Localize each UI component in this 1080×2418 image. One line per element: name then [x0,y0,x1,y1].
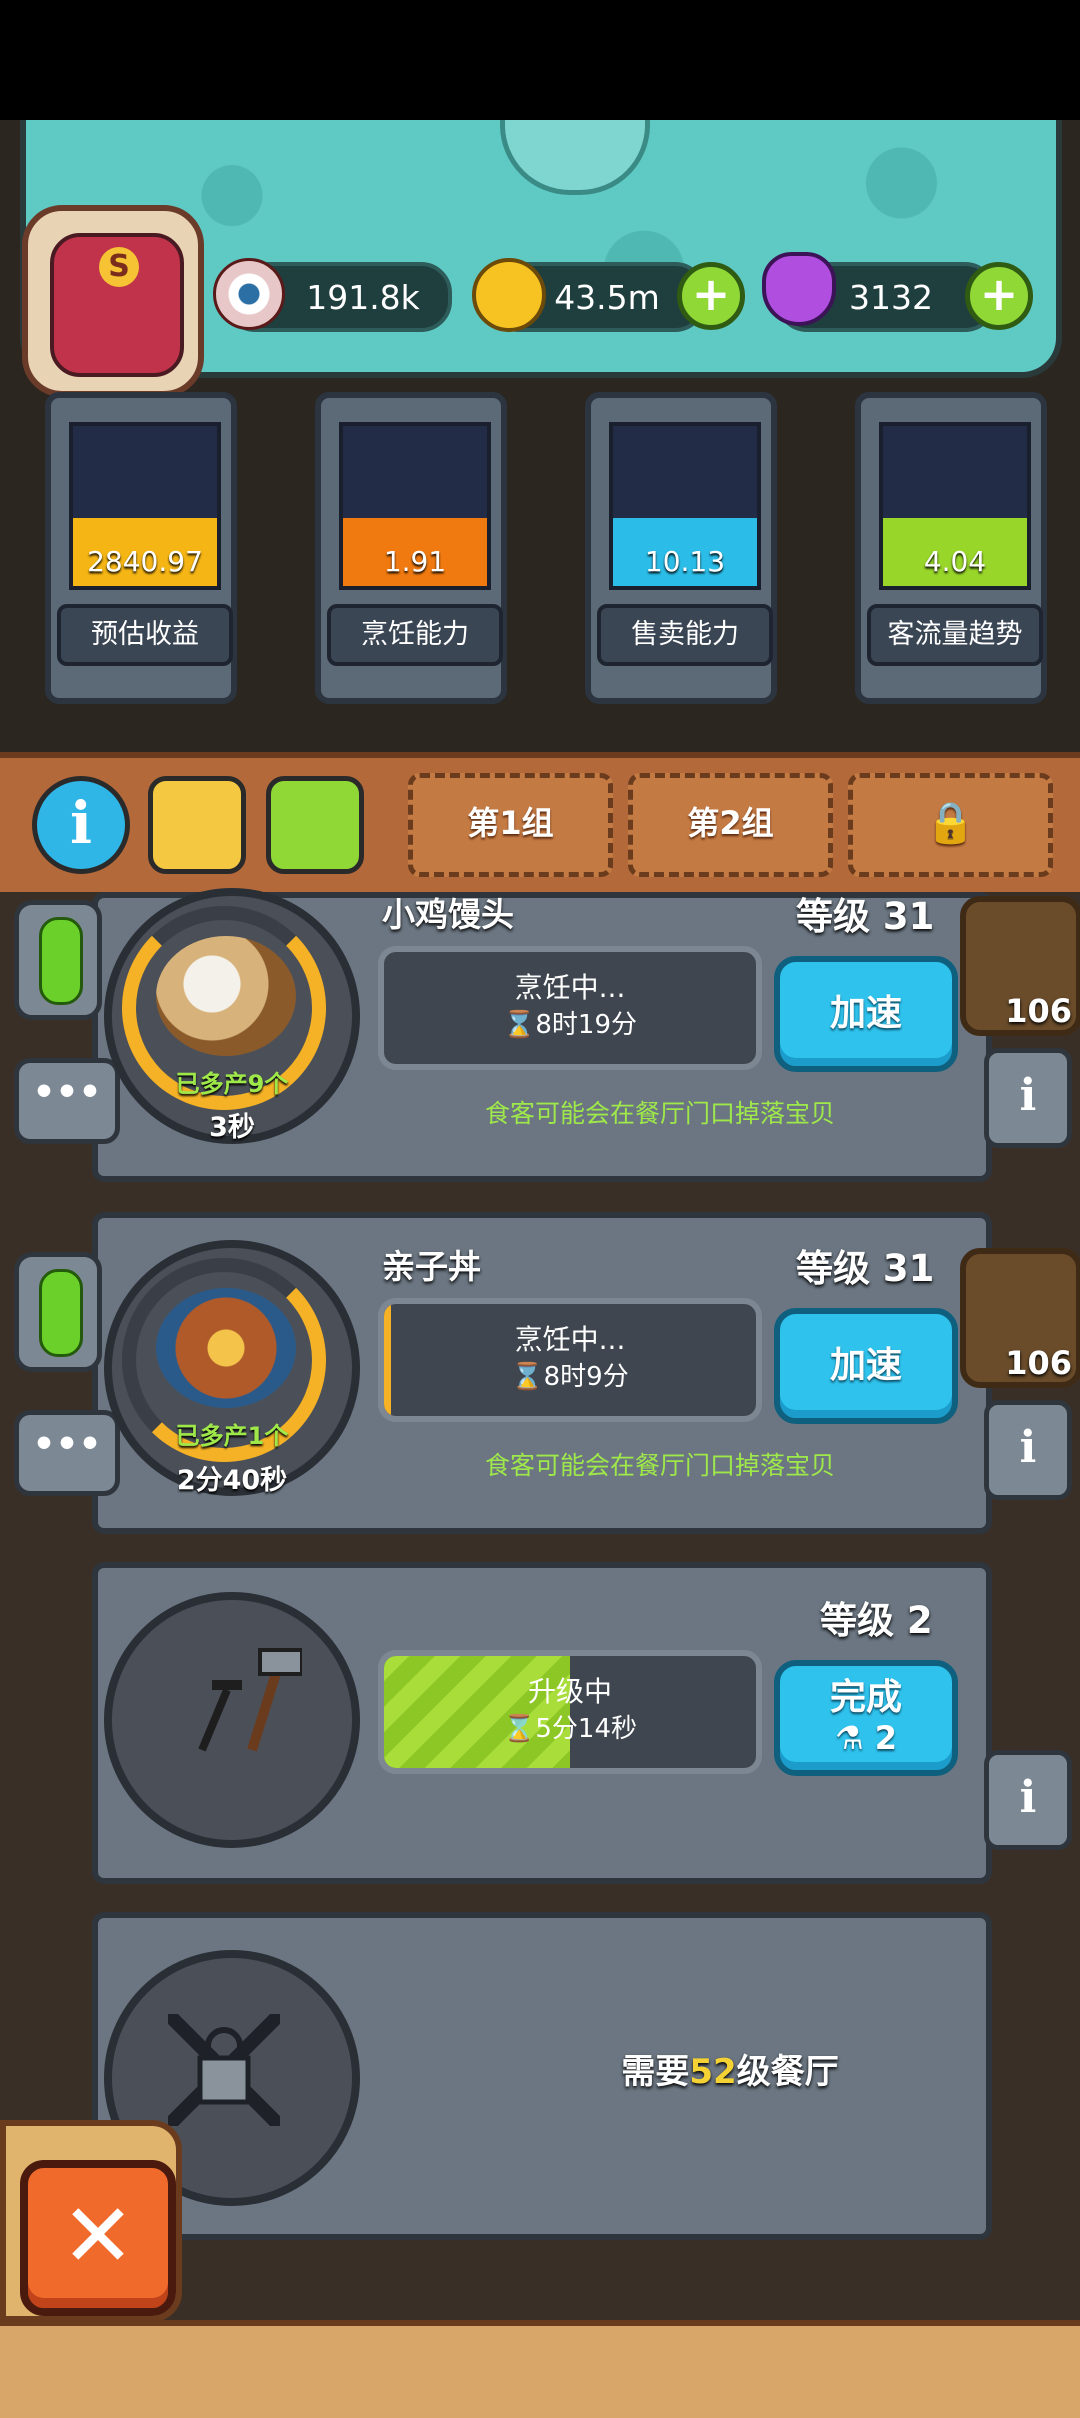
potion-icon [762,252,836,326]
cost-value: 2 [874,1719,898,1757]
stat-customer-trend: 4.04 客流量趋势 [855,392,1047,704]
wooden-floor [0,2320,1080,2418]
cooking-progress: 烹饪中... ⌛8时19分 [378,946,762,1070]
progress-time: ⌛8时9分 [384,1356,756,1393]
customer-card-2[interactable]: 106 [960,1248,1080,1388]
time-text: 8时19分 [535,1010,637,1040]
hourglass-icon: ⌛ [511,1362,544,1392]
upgrade-progress: 升级中 ⌛5分14秒 [378,1650,762,1774]
tab-group-1[interactable]: 第1组 [408,773,613,877]
lock-icon: 🔒 [925,800,976,846]
chicken-bun-icon [156,936,296,1056]
drop-hint: 食客可能会在餐厅门口掉落宝贝 [484,1099,835,1128]
requirement-level: 52 [689,2052,737,2092]
stat-label: 售卖能力 [597,604,773,666]
cycle-time: 3秒 [209,1112,255,1143]
progress-status: 升级中 [527,1675,612,1708]
progress-time: ⌛8时19分 [384,1004,756,1041]
close-icon: ✕ [61,2184,135,2287]
add-potions-button[interactable]: + [965,262,1033,330]
coin-icon [472,258,546,332]
dish-level: 等级 31 [796,1247,935,1290]
status-bar [0,0,1080,120]
speed-up-button-1[interactable]: 加速 [774,956,958,1072]
card-count: 106 [1005,992,1072,1030]
add-coins-button[interactable]: + [677,262,745,330]
cooking-progress: 烹饪中... ⌛8时9分 [378,1298,762,1422]
stat-cooking-ability: 1.91 烹饪能力 [315,392,507,704]
capsule-icon[interactable] [266,776,364,874]
tab-group-locked[interactable]: 🔒 [848,773,1053,877]
oyakodon-bowl-icon [156,1288,296,1408]
customer-card-1[interactable]: 106 [960,896,1080,1036]
stat-window: 1.91 [339,422,491,590]
stat-label: 烹饪能力 [327,604,503,666]
dish-name: 小鸡馒头 [382,895,514,934]
stat-value: 1.91 [383,545,447,578]
potion-icon: ⚗ [834,1719,864,1757]
info-icon[interactable]: i [32,776,130,874]
toggle-knob [39,1269,83,1357]
rank-badge-icon: S [99,247,139,287]
toggle-knob [39,917,83,1005]
info-button-1[interactable]: i [984,1048,1072,1148]
hammer-nail-icon [172,1640,304,1770]
stat-value: 2840.97 [87,545,203,578]
construction-plate [104,1592,360,1848]
stat-window: 2840.97 [69,422,221,590]
finish-upgrade-button[interactable]: 完成 ⚗ 2 [774,1660,958,1776]
stat-estimated-income: 2840.97 预估收益 [45,392,237,704]
extra-produced: 已多产9个 [175,1070,289,1098]
info-button-3[interactable]: i [984,1750,1072,1850]
avatar-monster: S [50,233,184,377]
cycle-time: 2分40秒 [176,1465,288,1496]
stat-value: 10.13 [644,545,726,578]
chained-lock-icon [163,2009,285,2131]
outfit-shirt-icon[interactable] [148,776,246,874]
card-count: 106 [1005,1344,1072,1382]
player-avatar[interactable]: S [22,205,204,397]
stat-window: 4.04 [879,422,1031,590]
finish-cost: ⚗ 2 [780,1718,952,1758]
eyeball-icon [213,258,285,330]
hourglass-icon: ⌛ [502,1010,536,1040]
stat-window: 10.13 [609,422,761,590]
time-text: 5分14秒 [535,1714,637,1744]
close-button[interactable]: ✕ [20,2160,176,2316]
time-text: 8时9分 [543,1362,629,1392]
info-button-2[interactable]: i [984,1400,1072,1500]
stat-label: 客流量趋势 [867,604,1043,666]
finish-label: 完成 [829,1677,902,1718]
dish-name: 亲子丼 [382,1247,481,1286]
hourglass-icon: ⌛ [502,1714,536,1744]
progress-status: 烹饪中... [514,971,626,1004]
upgrade-level: 等级 2 [820,1599,933,1642]
speed-up-button-2[interactable]: 加速 [774,1308,958,1424]
requirement-suffix: 级餐厅 [736,2052,839,2092]
stat-selling-ability: 10.13 售卖能力 [585,392,777,704]
progress-status: 烹饪中... [514,1323,626,1356]
extra-produced: 已多产1个 [175,1422,289,1450]
drop-hint: 食客可能会在餐厅门口掉落宝贝 [484,1451,835,1480]
progress-time: ⌛5分14秒 [384,1708,756,1745]
requirement-prefix: 需要 [621,2052,690,2092]
potion-count: 3132 [849,277,933,317]
stat-value: 4.04 [923,545,987,578]
coin-count: 43.5m [554,277,660,317]
unlock-requirement: 需要52级餐厅 [500,2044,960,2093]
auto-toggle-1[interactable] [14,900,102,1020]
dish-level: 等级 31 [796,895,935,938]
auto-toggle-2[interactable] [14,1252,102,1372]
stat-label: 预估收益 [57,604,233,666]
eye-count: 191.8k [306,277,420,317]
tab-group-2[interactable]: 第2组 [628,773,833,877]
